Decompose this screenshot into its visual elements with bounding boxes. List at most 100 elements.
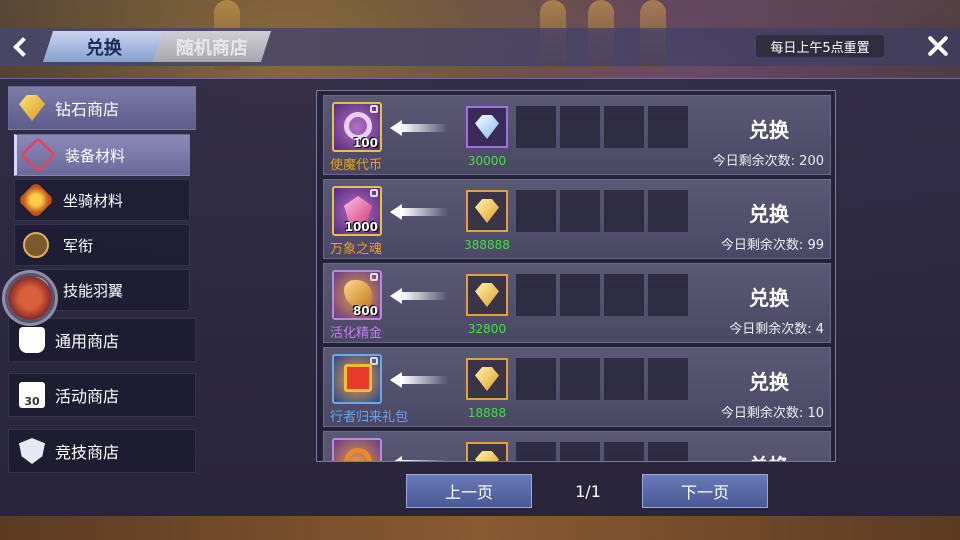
remaining-count: 今日剩余次数: 99	[721, 234, 824, 253]
tab-random-shop[interactable]: 随机商店	[152, 31, 272, 62]
remaining-count: 今日剩余次数: 200	[713, 150, 824, 169]
remaining-label: 今日剩余次数:	[712, 154, 796, 169]
item-quantity: 1000	[344, 220, 378, 234]
exchange-button[interactable]: 兑换	[714, 114, 824, 143]
cost-amount: 18888	[467, 406, 507, 420]
empty-slot	[604, 274, 644, 316]
diamond-icon	[475, 115, 499, 139]
empty-slot	[604, 442, 644, 461]
cost-amount: 388888	[464, 238, 510, 252]
arrow-left-icon	[390, 456, 450, 461]
sidebar-item-label: 竞技商店	[55, 443, 120, 462]
remaining-value: 4	[815, 322, 824, 337]
bag-icon	[19, 327, 45, 353]
empty-slot	[516, 358, 556, 400]
empty-slot	[604, 106, 644, 148]
cost-item-slot[interactable]	[466, 190, 508, 232]
sidebar-item-label: 装备材料	[65, 146, 126, 165]
cost-item-slot[interactable]	[466, 106, 508, 148]
sidebar-item-label: 坐骑材料	[63, 191, 124, 210]
tab-label: 随机商店	[176, 37, 248, 59]
cost-item-slot[interactable]	[466, 442, 508, 461]
gold-diamond-icon	[475, 451, 499, 461]
sidebar-item-arena-shop[interactable]: 竞技商店	[8, 429, 196, 473]
lock-icon	[370, 189, 378, 197]
remaining-value: 200	[799, 154, 824, 169]
remaining-value: 99	[807, 238, 824, 253]
lock-icon	[370, 273, 378, 281]
sidebar-item-label: 钻石商店	[55, 100, 120, 119]
item-quantity: 100	[352, 136, 378, 150]
sidebar-item-label: 活动商店	[55, 387, 120, 406]
sidebar-item-label: 通用商店	[55, 332, 120, 351]
cost-item-slot[interactable]	[466, 358, 508, 400]
prev-page-button[interactable]: 上一页	[406, 474, 532, 508]
reward-item-slot[interactable]: 1000	[332, 186, 382, 236]
cost-amount: 32800	[467, 322, 507, 336]
cost-item-slot[interactable]	[466, 274, 508, 316]
empty-slot	[604, 190, 644, 232]
fire-icon	[17, 181, 55, 219]
exchange-row: 800 活化精金 32800 兑换 今日剩余次数: 4	[323, 263, 831, 343]
exchange-button[interactable]: 兑换	[714, 282, 824, 311]
lock-icon	[370, 357, 378, 365]
empty-slot	[560, 274, 600, 316]
empty-slot	[648, 274, 688, 316]
sidebar-item-label: 技能羽翼	[63, 281, 124, 300]
empty-slot	[560, 442, 600, 461]
empty-slot	[648, 442, 688, 461]
exchange-row: 1000 万象之魂 388888 兑换 今日剩余次数: 99	[323, 179, 831, 259]
exchange-button[interactable]: 兑换	[714, 366, 824, 395]
diamond-icon	[19, 95, 45, 121]
empty-slot	[648, 358, 688, 400]
empty-slot	[516, 274, 556, 316]
gift-box-icon	[344, 364, 372, 392]
remaining-label: 今日剩余次数:	[720, 406, 804, 421]
exchange-button[interactable]: 兑换	[714, 450, 824, 461]
sidebar-subitem-rank[interactable]: 军衔	[14, 224, 190, 266]
item-quantity: 800	[352, 304, 378, 318]
tab-exchange[interactable]: 兑换	[42, 31, 166, 62]
empty-slot	[560, 190, 600, 232]
item-name: 活化精金	[330, 326, 383, 341]
sidebar-item-diamond-shop[interactable]: 钻石商店	[8, 86, 196, 130]
exchange-button[interactable]: 兑换	[714, 198, 824, 227]
empty-slot	[560, 358, 600, 400]
empty-slot	[648, 106, 688, 148]
background-floor	[0, 516, 960, 540]
exchange-row: 兑换	[323, 431, 831, 461]
arrow-left-icon	[390, 288, 450, 304]
empty-slot	[604, 358, 644, 400]
item-name: 万象之魂	[330, 242, 383, 257]
sidebar-subitem-mount-materials[interactable]: 坐骑材料	[14, 179, 190, 221]
item-name: 使魔代币	[330, 158, 383, 173]
empty-slot	[560, 106, 600, 148]
rank-badge-icon	[23, 232, 49, 258]
crossed-swords-icon	[19, 136, 57, 174]
sidebar-subitem-equipment-materials[interactable]: 装备材料	[14, 134, 190, 176]
tab-label: 兑换	[86, 37, 122, 59]
reward-item-slot[interactable]	[332, 438, 382, 461]
exchange-row: 行者归来礼包 18888 兑换 今日剩余次数: 10	[323, 347, 831, 427]
close-button[interactable]	[920, 30, 956, 62]
gold-diamond-icon	[475, 199, 499, 223]
reward-item-slot[interactable]	[332, 354, 382, 404]
reward-item-slot[interactable]: 100	[332, 102, 382, 152]
exchange-row: 100 使魔代币 30000 兑换 今日剩余次数: 200	[323, 95, 831, 175]
calendar-icon: 30	[19, 382, 45, 408]
arrow-left-icon	[390, 372, 450, 388]
gold-diamond-icon	[475, 283, 499, 307]
item-icon	[344, 448, 372, 461]
floating-menu-button[interactable]	[2, 270, 58, 326]
back-button[interactable]	[6, 32, 34, 62]
remaining-count: 今日剩余次数: 4	[729, 318, 824, 337]
exchange-list[interactable]: 100 使魔代币 30000 兑换 今日剩余次数: 200 1000 万象之魂 …	[316, 90, 836, 462]
next-page-button[interactable]: 下一页	[642, 474, 768, 508]
cost-amount: 30000	[467, 154, 507, 168]
arrow-left-icon	[390, 120, 450, 136]
sidebar-item-event-shop[interactable]: 30 活动商店	[8, 373, 196, 417]
remaining-value: 10	[807, 406, 824, 421]
reward-item-slot[interactable]: 800	[332, 270, 382, 320]
arrow-left-icon	[390, 204, 450, 220]
sidebar-item-label: 军衔	[63, 236, 94, 255]
